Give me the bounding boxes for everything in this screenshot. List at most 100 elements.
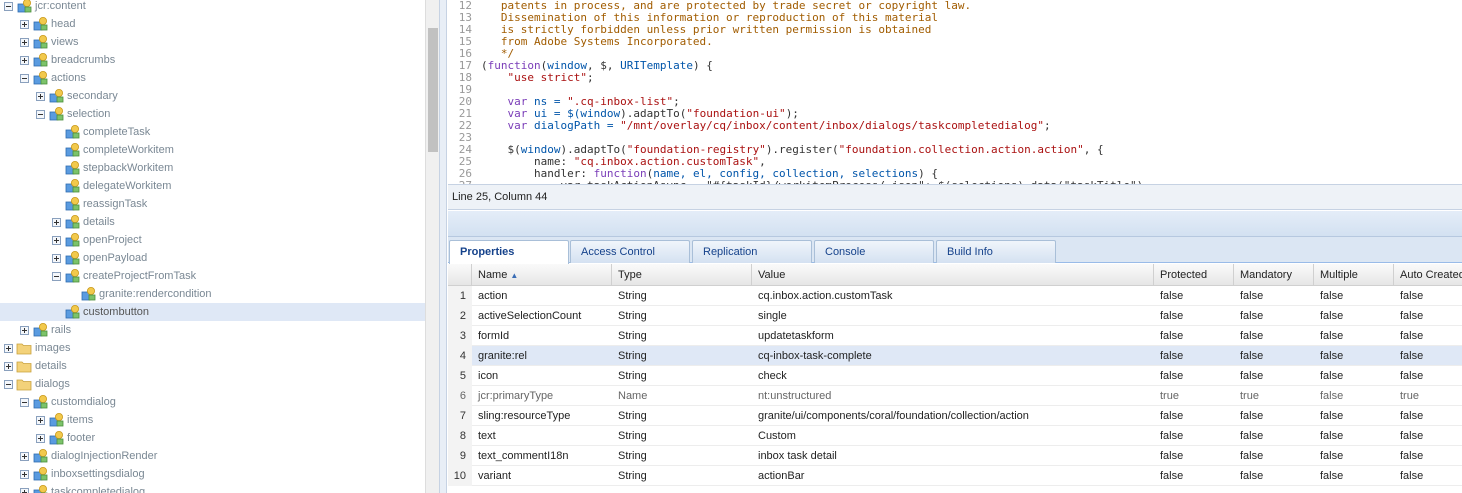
tree-node[interactable]: dialogInjectionRender bbox=[20, 447, 157, 465]
cell-value[interactable]: inbox task detail bbox=[752, 446, 1154, 466]
cell-name[interactable]: icon bbox=[472, 366, 612, 386]
tree-node[interactable]: createProjectFromTask bbox=[52, 267, 196, 285]
cell-value[interactable]: Custom bbox=[752, 426, 1154, 446]
cell-protected[interactable]: false bbox=[1154, 446, 1234, 466]
tab-console[interactable]: Console bbox=[814, 240, 934, 263]
collapse-icon[interactable] bbox=[20, 73, 29, 83]
expand-icon[interactable] bbox=[20, 19, 29, 29]
table-row[interactable]: 7 sling:resourceType String granite/ui/comp… bbox=[448, 406, 1462, 426]
cell-value[interactable]: updatetaskform bbox=[752, 326, 1154, 346]
cell-multiple[interactable]: false bbox=[1314, 326, 1394, 346]
tree-node[interactable]: openPayload bbox=[52, 249, 147, 267]
cell-protected[interactable]: false bbox=[1154, 306, 1234, 326]
tree-node-label[interactable]: completeWorkitem bbox=[83, 141, 174, 159]
cell-name[interactable]: action bbox=[472, 286, 612, 306]
cell-name[interactable]: text_commentI18n bbox=[472, 446, 612, 466]
cell-auto[interactable]: false bbox=[1394, 406, 1462, 426]
cell-auto[interactable]: false bbox=[1394, 326, 1462, 346]
tree-node[interactable]: items bbox=[36, 411, 93, 429]
tab-replication[interactable]: Replication bbox=[692, 240, 812, 263]
cell-value[interactable]: cq-inbox-task-complete bbox=[752, 346, 1154, 366]
tree-node[interactable]: inboxsettingsdialog bbox=[20, 465, 145, 483]
tree-node[interactable]: openProject bbox=[52, 231, 142, 249]
cell-value[interactable]: granite/ui/components/coral/foundation/c… bbox=[752, 406, 1154, 426]
column-header-auto-created[interactable]: Auto Created bbox=[1394, 264, 1462, 286]
cell-multiple[interactable]: false bbox=[1314, 466, 1394, 486]
cell-protected[interactable]: false bbox=[1154, 326, 1234, 346]
tree-node-label[interactable]: secondary bbox=[67, 87, 118, 105]
cell-protected[interactable]: false bbox=[1154, 346, 1234, 366]
column-header-value[interactable]: Value bbox=[752, 264, 1154, 286]
cell-type[interactable]: String bbox=[612, 466, 752, 486]
expand-icon[interactable] bbox=[4, 343, 13, 353]
table-row[interactable]: 1 action String cq.inbox.action.customTask f… bbox=[448, 286, 1462, 306]
cell-protected[interactable]: false bbox=[1154, 286, 1234, 306]
cell-type[interactable]: String bbox=[612, 346, 752, 366]
cell-mandatory[interactable]: false bbox=[1234, 286, 1314, 306]
tree-node-label[interactable]: head bbox=[51, 15, 75, 33]
column-header-type[interactable]: Type bbox=[612, 264, 752, 286]
cell-multiple[interactable]: false bbox=[1314, 286, 1394, 306]
cell-multiple[interactable]: false bbox=[1314, 446, 1394, 466]
expand-icon[interactable] bbox=[20, 325, 29, 335]
tree-node[interactable]: images bbox=[4, 339, 70, 357]
expand-icon[interactable] bbox=[20, 55, 29, 65]
cell-name[interactable]: sling:resourceType bbox=[472, 406, 612, 426]
tab-access-control[interactable]: Access Control bbox=[570, 240, 690, 263]
code-line[interactable]: 22 var dialogPath = "/mnt/overlay/cq/inb… bbox=[448, 120, 1051, 132]
cell-multiple[interactable]: false bbox=[1314, 306, 1394, 326]
table-row[interactable]: 2 activeSelectionCount String single false fa… bbox=[448, 306, 1462, 326]
cell-multiple[interactable]: false bbox=[1314, 426, 1394, 446]
cell-name[interactable]: granite:rel bbox=[472, 346, 612, 366]
expand-icon[interactable] bbox=[52, 253, 61, 263]
tree-node-label[interactable]: completeTask bbox=[83, 123, 150, 141]
tab-properties[interactable]: Properties bbox=[449, 240, 569, 264]
cell-protected[interactable]: false bbox=[1154, 366, 1234, 386]
tree-node-label[interactable]: inboxsettingsdialog bbox=[51, 465, 145, 483]
tree-node[interactable]: views bbox=[20, 33, 79, 51]
cell-value[interactable]: single bbox=[752, 306, 1154, 326]
tree-node-label[interactable]: selection bbox=[67, 105, 110, 123]
cell-protected[interactable]: false bbox=[1154, 426, 1234, 446]
cell-mandatory[interactable]: false bbox=[1234, 426, 1314, 446]
tree-node[interactable]: actions bbox=[20, 69, 86, 87]
cell-protected[interactable]: false bbox=[1154, 466, 1234, 486]
cell-value[interactable]: check bbox=[752, 366, 1154, 386]
expand-icon[interactable] bbox=[20, 451, 29, 461]
tree-node-label[interactable]: details bbox=[83, 213, 115, 231]
cell-mandatory[interactable]: false bbox=[1234, 446, 1314, 466]
column-header-multiple[interactable]: Multiple bbox=[1314, 264, 1394, 286]
cell-type[interactable]: Name bbox=[612, 386, 752, 406]
cell-multiple[interactable]: false bbox=[1314, 346, 1394, 366]
cell-multiple[interactable]: false bbox=[1314, 386, 1394, 406]
tree-node-label[interactable]: delegateWorkitem bbox=[83, 177, 171, 195]
cell-type[interactable]: String bbox=[612, 306, 752, 326]
table-row[interactable]: 6 jcr:primaryType Name nt:unstructured true t… bbox=[448, 386, 1462, 406]
table-row[interactable]: 4 granite:rel String cq-inbox-task-complete… bbox=[448, 346, 1462, 366]
tree-node-label[interactable]: breadcrumbs bbox=[51, 51, 115, 69]
cell-auto[interactable]: false bbox=[1394, 446, 1462, 466]
cell-mandatory[interactable]: false bbox=[1234, 306, 1314, 326]
tree-node[interactable]: details bbox=[4, 357, 67, 375]
tab-build-info[interactable]: Build Info bbox=[936, 240, 1056, 263]
tree-node-label[interactable]: createProjectFromTask bbox=[83, 267, 196, 285]
expand-icon[interactable] bbox=[52, 235, 61, 245]
cell-type[interactable]: String bbox=[612, 426, 752, 446]
cell-auto[interactable]: false bbox=[1394, 426, 1462, 446]
cell-mandatory[interactable]: false bbox=[1234, 366, 1314, 386]
tree-node-label[interactable]: reassignTask bbox=[83, 195, 147, 213]
tree-node[interactable]: custombutton bbox=[0, 303, 425, 321]
collapse-icon[interactable] bbox=[52, 271, 61, 281]
cell-name[interactable]: activeSelectionCount bbox=[472, 306, 612, 326]
table-row[interactable]: 9 text_commentI18n String inbox task detail… bbox=[448, 446, 1462, 466]
tree-node-label[interactable]: rails bbox=[51, 321, 71, 339]
cell-multiple[interactable]: false bbox=[1314, 366, 1394, 386]
tree-node[interactable]: details bbox=[52, 213, 115, 231]
column-header-mandatory[interactable]: Mandatory bbox=[1234, 264, 1314, 286]
tree-node-label[interactable]: dialogInjectionRender bbox=[51, 447, 157, 465]
cell-auto[interactable]: false bbox=[1394, 466, 1462, 486]
tree-node[interactable]: selection bbox=[36, 105, 110, 123]
cell-mandatory[interactable]: true bbox=[1234, 386, 1314, 406]
expand-icon[interactable] bbox=[36, 91, 45, 101]
tree-node[interactable]: granite:rendercondition bbox=[68, 285, 212, 303]
